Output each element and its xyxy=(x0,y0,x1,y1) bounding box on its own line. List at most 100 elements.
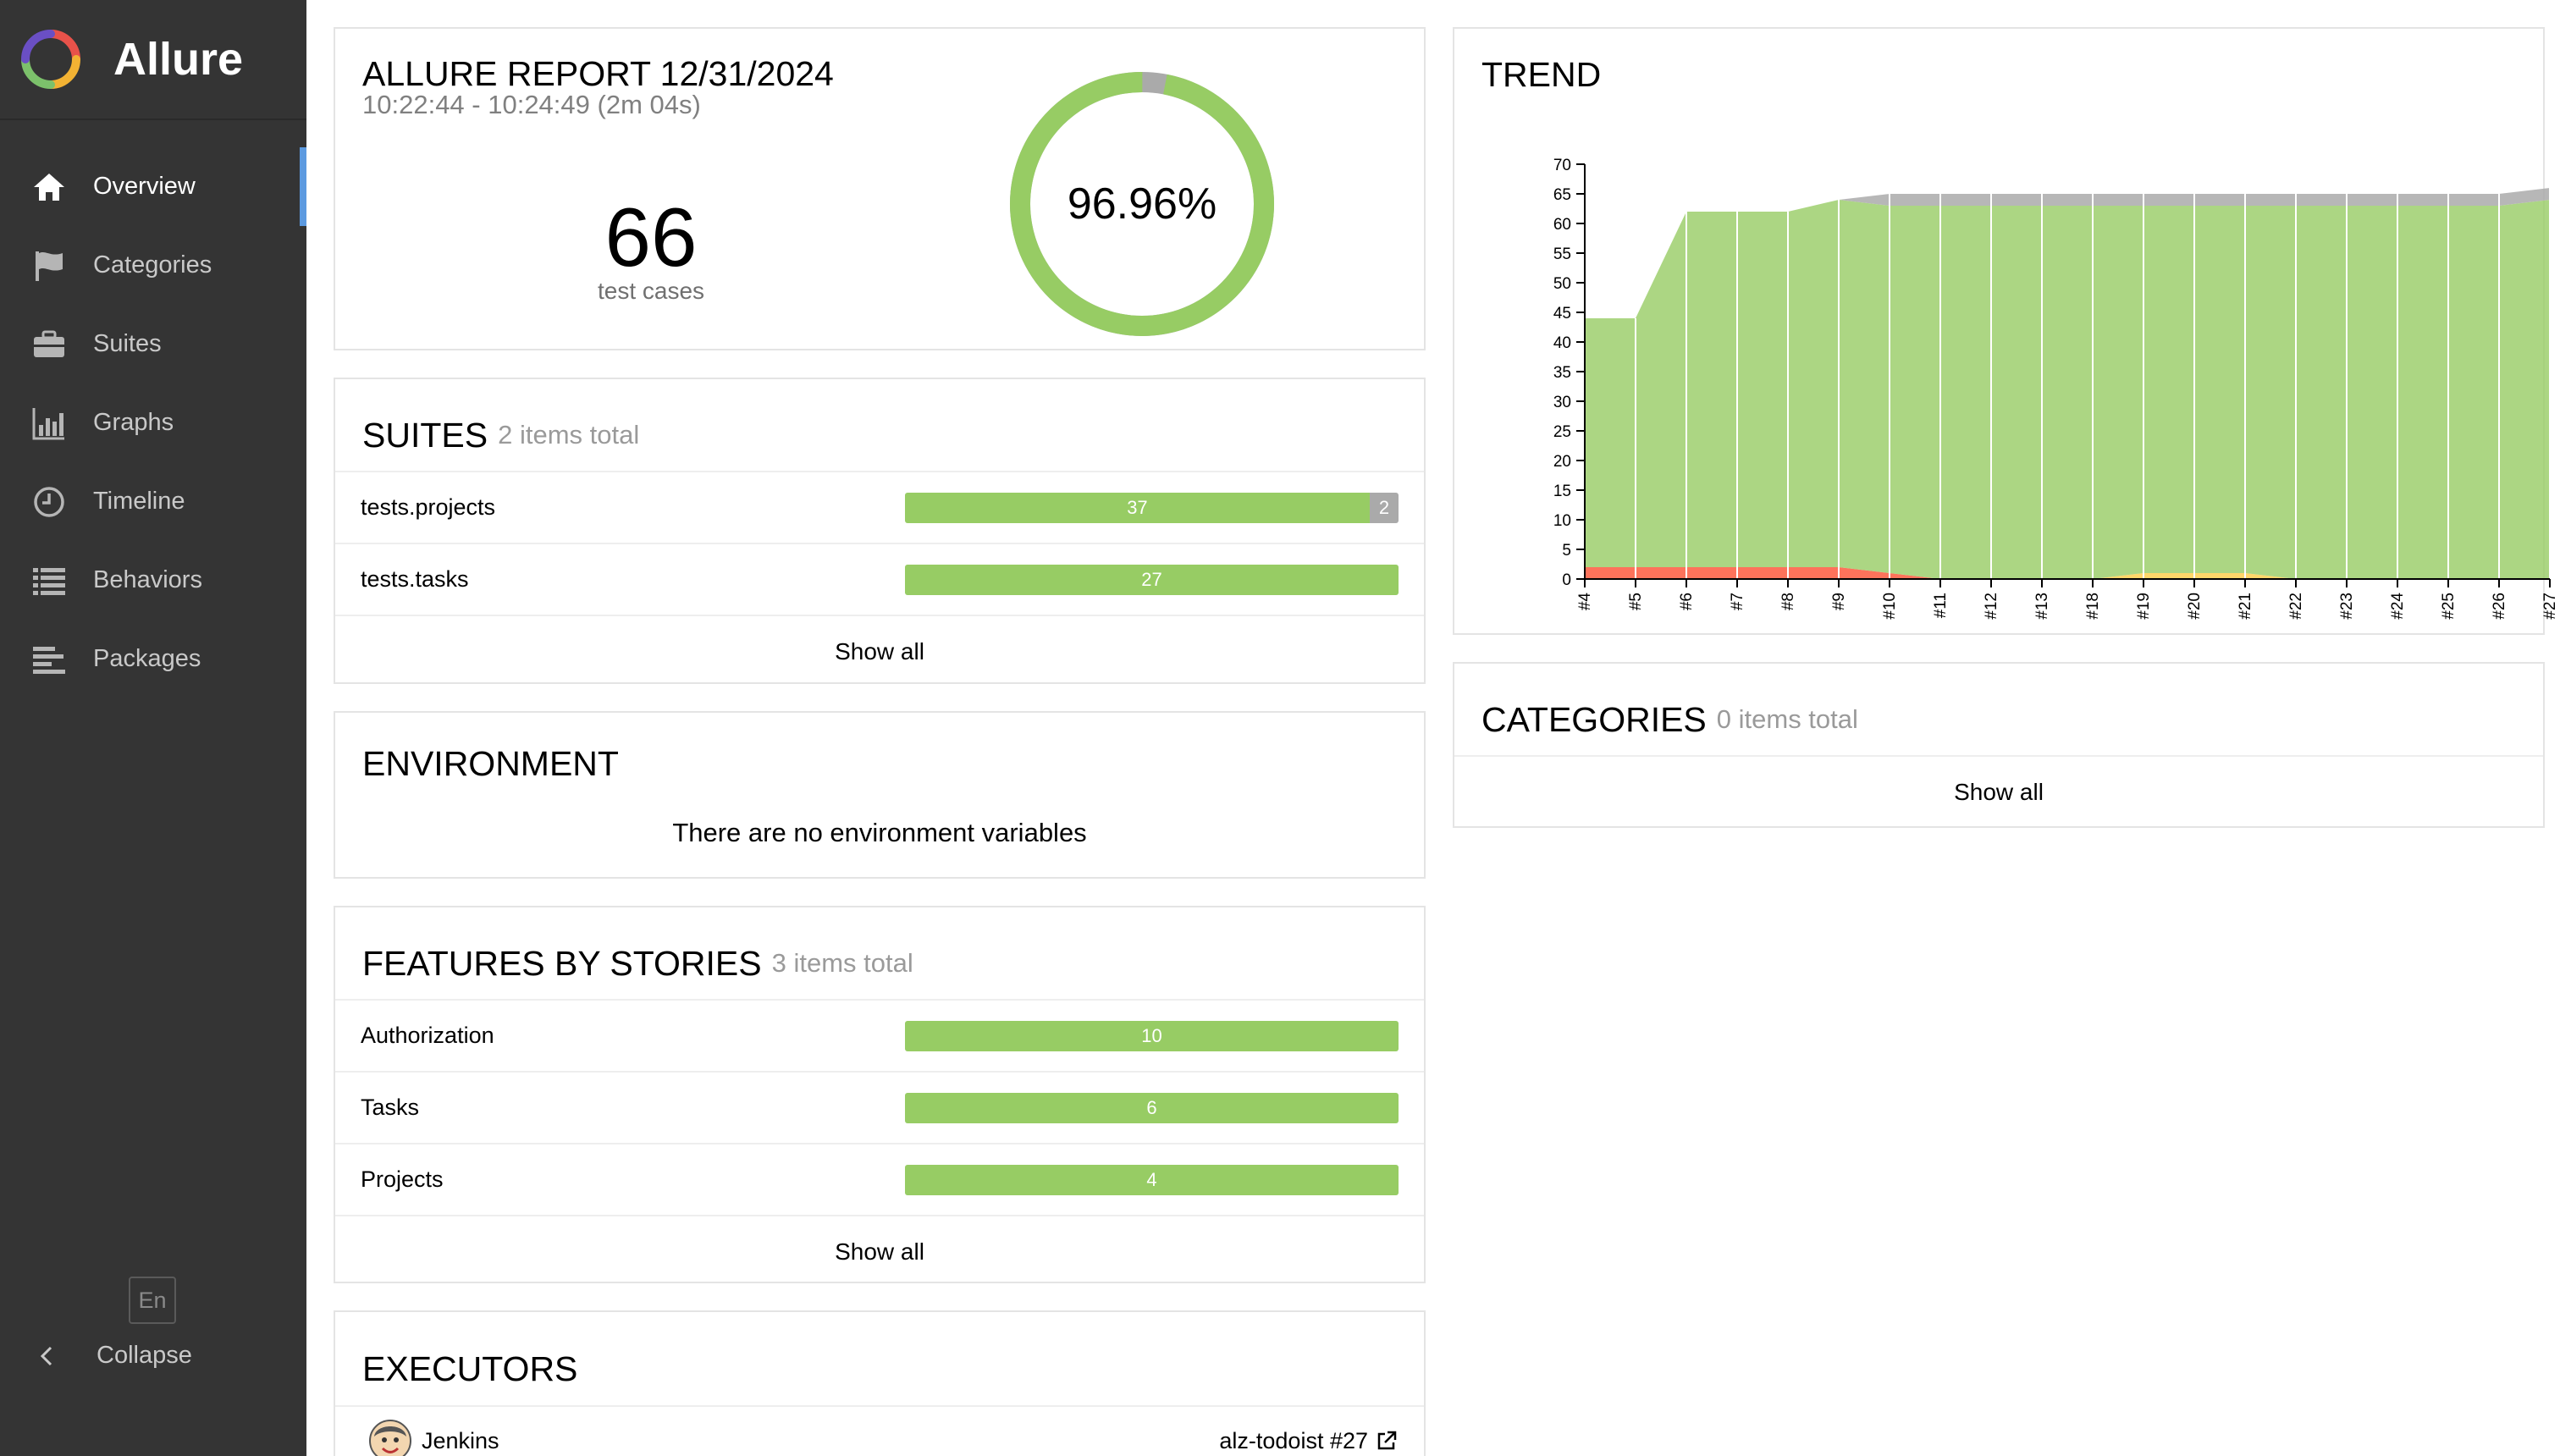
collapse-label: Collapse xyxy=(97,1342,192,1369)
feature-status-bar: 6 xyxy=(905,1092,1399,1123)
trend-x-tick-label: #8 xyxy=(1779,593,1797,610)
sidebar: Allure Overview Categories Suites Graphs xyxy=(0,0,306,1456)
executor-build-label: alz-todoist #27 xyxy=(1219,1427,1368,1453)
suites-widget: SUITES 2 items total tests.projects 37 2… xyxy=(334,378,1426,684)
trend-x-tick-label: #18 xyxy=(2084,593,2102,620)
sidebar-item-label: Timeline xyxy=(93,488,185,515)
suites-count: 2 items total xyxy=(498,420,640,449)
sidebar-item-graphs[interactable]: Graphs xyxy=(0,383,306,462)
brand[interactable]: Allure xyxy=(0,0,306,120)
sidebar-item-overview[interactable]: Overview xyxy=(0,147,306,226)
trend-y-tick-label: 5 xyxy=(1562,542,1571,560)
suites-title: SUITES xyxy=(362,415,488,455)
trend-title: TREND xyxy=(1481,54,1602,94)
categories-widget: CATEGORIES 0 items total Show all xyxy=(1453,662,2545,828)
report-summary-widget: ALLURE REPORT 12/31/2024 10:22:44 - 10:2… xyxy=(334,27,1426,350)
list-item[interactable]: tests.projects 37 2 xyxy=(335,471,1424,543)
sidebar-item-behaviors[interactable]: Behaviors xyxy=(0,541,306,620)
trend-x-tick-label: #6 xyxy=(1678,593,1696,610)
trend-y-tick-label: 15 xyxy=(1553,483,1571,500)
clock-icon xyxy=(30,483,68,521)
passed-segment: 6 xyxy=(905,1092,1399,1123)
trend-x-tick-label: #5 xyxy=(1627,593,1645,610)
sidebar-item-packages[interactable]: Packages xyxy=(0,620,306,698)
trend-y-tick-label: 0 xyxy=(1562,571,1571,589)
test-case-count: 66 xyxy=(604,190,698,284)
sidebar-item-timeline[interactable]: Timeline xyxy=(0,462,306,541)
trend-x-tick-label: #22 xyxy=(2287,593,2305,620)
collapse-button[interactable]: Collapse xyxy=(34,1342,192,1370)
suite-status-bar: 37 2 xyxy=(905,492,1399,523)
trend-x-tick-label: #26 xyxy=(2491,593,2508,620)
language-button[interactable]: En xyxy=(129,1277,176,1324)
suite-name: tests.projects xyxy=(361,494,496,520)
trend-widget: TREND 0 5 10 15 20 25 30 35 40 45 50 55 60 65 70 #4 #5 #6… xyxy=(1453,27,2559,635)
trend-x-tick-label: #27 xyxy=(2541,593,2559,620)
suites-show-all-link[interactable]: Show all xyxy=(335,615,1424,687)
trend-y-tick-label: 60 xyxy=(1553,216,1571,234)
bar-chart-icon xyxy=(30,405,68,442)
trend-x-tick-label: #10 xyxy=(1881,593,1899,620)
allure-logo-icon xyxy=(21,30,80,89)
environment-widget: ENVIRONMENT There are no environment var… xyxy=(334,711,1426,879)
executor-build-link[interactable]: alz-todoist #27 xyxy=(1219,1428,1399,1454)
features-show-all-link[interactable]: Show all xyxy=(335,1215,1424,1287)
trend-y-tick-label: 10 xyxy=(1553,512,1571,530)
sidebar-item-label: Graphs xyxy=(93,409,174,436)
test-case-count-label: test cases xyxy=(597,278,705,304)
trend-y-tick-label: 65 xyxy=(1553,186,1571,204)
trend-y-tick-label: 70 xyxy=(1553,157,1571,174)
suite-status-bar: 27 xyxy=(905,564,1399,595)
trend-x-tick-label: #19 xyxy=(2135,593,2153,620)
feature-name: Projects xyxy=(361,1166,444,1192)
feature-name: Authorization xyxy=(361,1023,494,1048)
features-widget: FEATURES BY STORIES 3 items total Author… xyxy=(334,906,1426,1283)
sidebar-item-label: Behaviors xyxy=(93,566,202,593)
sidebar-item-label: Overview xyxy=(93,173,196,200)
categories-title: CATEGORIES xyxy=(1481,699,1707,739)
executor-name: Jenkins xyxy=(422,1427,499,1453)
trend-x-tick-label: #23 xyxy=(2338,593,2356,620)
report-title: ALLURE REPORT 12/31/2024 xyxy=(362,54,834,93)
list-item[interactable]: Jenkins alz-todoist #27 xyxy=(335,1405,1424,1456)
trend-x-tick-label: #4 xyxy=(1576,593,1594,611)
trend-y-tick-label: 40 xyxy=(1553,334,1571,352)
flag-icon xyxy=(30,247,68,284)
trend-y-tick-label: 55 xyxy=(1553,245,1571,263)
passed-segment: 10 xyxy=(905,1020,1399,1051)
trend-x-tick-label: #25 xyxy=(2440,593,2458,620)
feature-status-bar: 4 xyxy=(905,1164,1399,1195)
categories-show-all-link[interactable]: Show all xyxy=(1454,755,2543,827)
sidebar-item-label: Packages xyxy=(93,645,201,672)
align-left-icon xyxy=(30,641,68,678)
trend-y-tick-label: 50 xyxy=(1553,275,1571,293)
trend-x-tick-label: #20 xyxy=(2186,593,2204,620)
feature-name: Tasks xyxy=(361,1095,420,1120)
trend-y-tick-label: 30 xyxy=(1553,394,1571,411)
sidebar-item-categories[interactable]: Categories xyxy=(0,226,306,305)
trend-chart: 0 5 10 15 20 25 30 35 40 45 50 55 60 65 70 #4 #5 #6 #7 #8 #9… xyxy=(1553,157,2559,620)
sidebar-nav: Overview Categories Suites Graphs Timeli… xyxy=(0,147,306,698)
feature-status-bar: 10 xyxy=(905,1020,1399,1051)
trend-series-passed xyxy=(1585,200,2550,579)
jenkins-avatar-icon xyxy=(369,1420,411,1456)
sidebar-item-suites[interactable]: Suites xyxy=(0,305,306,383)
features-title: FEATURES BY STORIES xyxy=(362,943,762,983)
passed-segment: 4 xyxy=(905,1164,1399,1195)
trend-y-tick-label: 45 xyxy=(1553,305,1571,323)
list-item[interactable]: Projects 4 xyxy=(335,1143,1424,1215)
trend-x-tick-label: #21 xyxy=(2237,593,2254,620)
chevron-left-icon xyxy=(40,1346,52,1365)
sidebar-item-label: Suites xyxy=(93,330,162,357)
list-item[interactable]: Authorization 10 xyxy=(335,999,1424,1071)
success-rate-label: 96.96% xyxy=(1067,179,1217,229)
list-item[interactable]: Tasks 6 xyxy=(335,1071,1424,1143)
executors-title: EXECUTORS xyxy=(362,1348,578,1388)
trend-x-tick-label: #24 xyxy=(2389,593,2407,620)
trend-y-tick-label: 35 xyxy=(1553,364,1571,382)
briefcase-icon xyxy=(30,326,68,363)
trend-x-tick-label: #12 xyxy=(1983,593,2000,620)
list-item[interactable]: tests.tasks 27 xyxy=(335,543,1424,615)
trend-x-tick-label: #13 xyxy=(2033,593,2051,620)
trend-x-tick-label: #11 xyxy=(1932,593,1950,618)
